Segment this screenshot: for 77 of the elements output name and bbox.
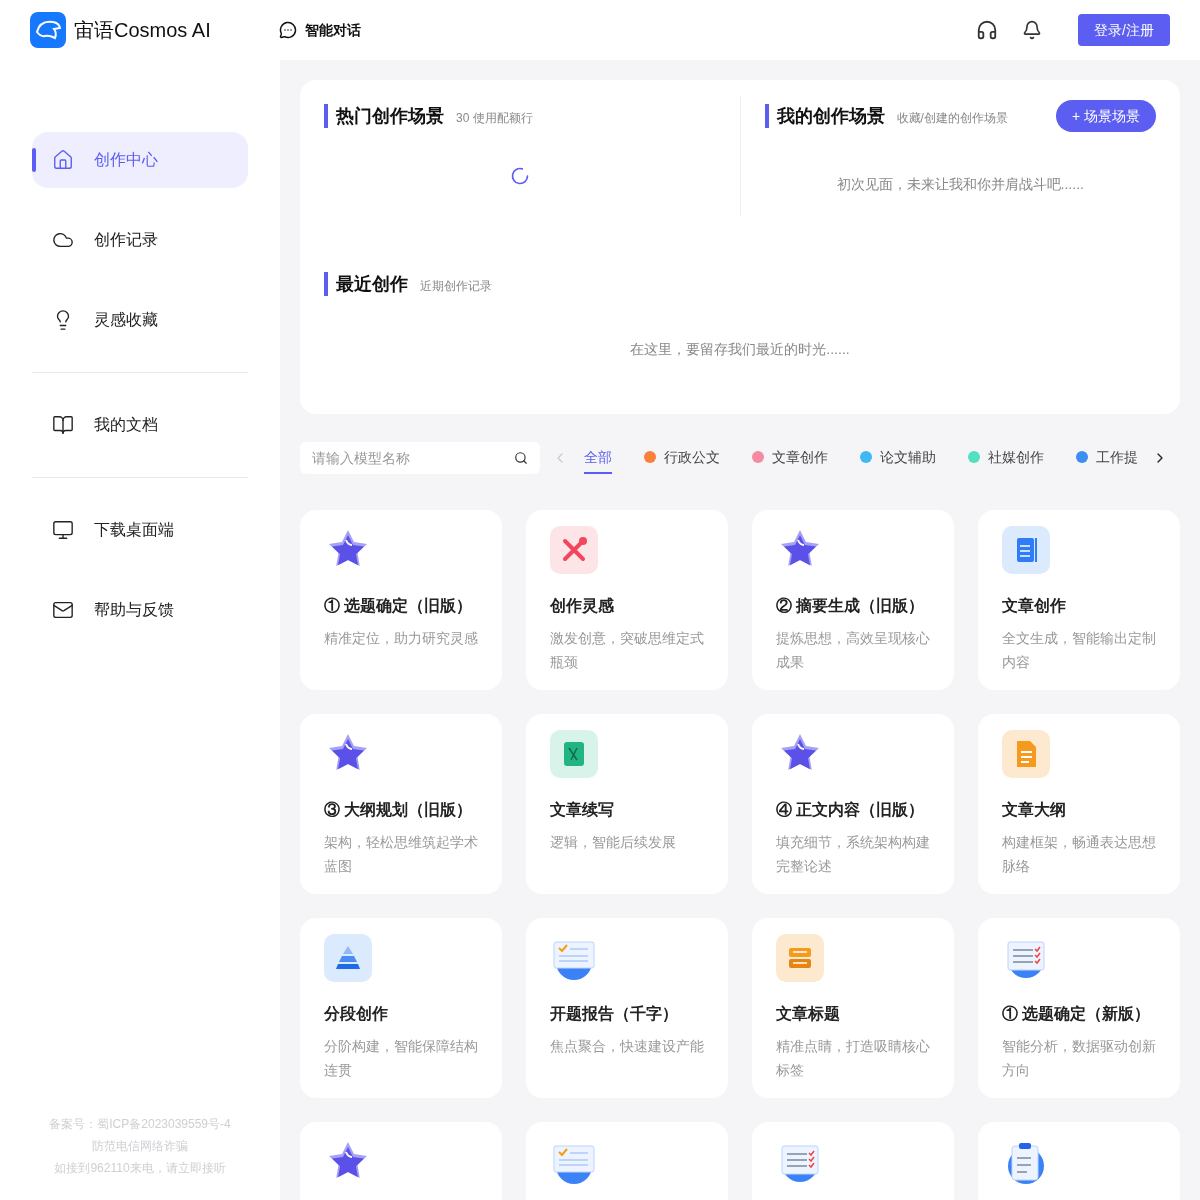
card-description: 架构，轻松思维筑起学术蓝图: [324, 833, 478, 876]
card-title: ① 选题确定（旧版）: [324, 596, 474, 616]
card-title: ① 选题确定（新版）: [1002, 1004, 1152, 1024]
book-icon: [52, 414, 74, 436]
section-title: 最近创作: [324, 272, 408, 296]
card-title: ③ 大纲规划（旧版）: [324, 800, 474, 820]
section-subtitle: 近期创作记录: [420, 278, 492, 295]
card-title: 分段创作: [324, 1004, 389, 1024]
home-icon: [52, 149, 74, 171]
scene-card[interactable]: 开题报告（千字） 焦点聚合，快速建设产能: [526, 918, 728, 1098]
sidebar-item[interactable]: 灵感收藏: [32, 292, 248, 348]
card-title: 文章标题: [776, 1004, 841, 1024]
scene-card[interactable]: ① 选题确定（旧版） 精准定位，助力研究灵感: [300, 510, 502, 690]
section-subtitle: 30 使用配额行: [456, 110, 533, 127]
card-description: 填充细节，系统架构构建完整论述: [776, 833, 930, 876]
sidebar-item[interactable]: 下载桌面端: [32, 502, 248, 558]
notebook-icon: [550, 730, 598, 778]
category-tab[interactable]: 社媒创作: [968, 442, 1044, 474]
notification-icon[interactable]: [1022, 20, 1043, 40]
sidebar-item[interactable]: 我的文档: [32, 397, 248, 453]
scene-card[interactable]: ③ 大纲规划（旧版） 架构，轻松思维筑起学术蓝图: [300, 714, 502, 894]
scene-card[interactable]: 分段创作 分阶构建，智能保障结构连贯: [300, 918, 502, 1098]
category-tab[interactable]: 行政公文: [644, 442, 720, 474]
card-title: 开题报告（千字）: [550, 1004, 679, 1024]
scene-card[interactable]: ① 选题确定（新版） 智能分析，数据驱动创新方向: [978, 918, 1180, 1098]
scene-card[interactable]: 文章大纲 构建框架，畅通表达思想脉络: [978, 714, 1180, 894]
brand-name: 宙语Cosmos AI: [74, 18, 211, 43]
card-description: 逻辑，智能后续发展: [550, 833, 677, 852]
scene-card[interactable]: 文章创作 全文生成，智能输出定制内容: [978, 510, 1180, 690]
sidebar-item[interactable]: 创作中心: [32, 132, 248, 188]
card-description: 激发创意，突破思维定式瓶颈: [550, 629, 704, 672]
books-icon: [776, 934, 824, 982]
scene-card[interactable]: 创作灵感 激发创意，突破思维定式瓶颈: [526, 510, 728, 690]
section-title: 我的创作场景: [764, 104, 885, 128]
sidebar-item[interactable]: 帮助与反馈: [32, 582, 248, 638]
card-title: 创作灵感: [550, 596, 615, 616]
sidebar-item[interactable]: 创作记录: [32, 212, 248, 268]
card-title: 文章续写: [550, 800, 615, 820]
category-tab[interactable]: 工作提: [1076, 442, 1138, 474]
mail-icon: [52, 599, 74, 621]
card-description: 精准点睛，打造吸睛核心标签: [776, 1037, 930, 1080]
card-description: 精准定位，助力研究灵感: [324, 629, 478, 648]
card-description: 提炼思想，高效呈现核心成果: [776, 629, 930, 672]
card-title: ④ 正文内容（旧版）: [776, 800, 926, 820]
nav-link[interactable]: 智能对话: [278, 20, 361, 40]
chat-bubble-icon: [278, 21, 297, 39]
scene-card[interactable]: ④ 正文内容（旧版） 填充细节，系统架构构建完整论述: [752, 714, 954, 894]
login-button[interactable]: 登录/注册: [1078, 14, 1170, 46]
card-description: 智能分析，数据驱动创新方向: [1002, 1037, 1156, 1080]
monitor-icon: [52, 519, 74, 541]
category-tab[interactable]: 文章创作: [752, 442, 828, 474]
pyramid-icon: [324, 934, 372, 982]
scene-card[interactable]: 文章标题 精准点睛，打造吸睛核心标签: [752, 918, 954, 1098]
book-icon: [1002, 526, 1050, 574]
card-description: 全文生成，智能输出定制内容: [1002, 629, 1156, 672]
add-scene-button[interactable]: + 场景场景: [1055, 100, 1156, 132]
card-description: 分阶构建，智能保障结构连贯: [324, 1037, 478, 1080]
section-title: 热门创作场景: [324, 104, 444, 128]
card-title: ② 摘要生成（旧版）: [776, 596, 926, 616]
document-icon: [1002, 730, 1050, 778]
empty-message: 初次见面，未来让我和你并肩战斗吧......: [836, 175, 1084, 194]
category-tab[interactable]: 论文辅助: [860, 442, 936, 474]
card-title: 文章大纲: [1002, 800, 1067, 820]
tools-icon: [550, 526, 598, 574]
loading-spinner-icon: [509, 166, 530, 186]
scene-card[interactable]: 文章续写 逻辑，智能后续发展: [526, 714, 728, 894]
card-title: 文章创作: [1002, 596, 1067, 616]
section-subtitle: 收藏/创建的创作场景: [896, 110, 1008, 127]
category-tab[interactable]: 全部: [584, 442, 612, 474]
search-field[interactable]: 请输入模型名称: [300, 442, 540, 474]
headphones-icon[interactable]: [976, 19, 999, 41]
logo-icon: [30, 12, 66, 48]
card-description: 构建框架，畅通表达思想脉络: [1002, 833, 1156, 876]
empty-message: 在这里，要留存我们最近的时光......: [630, 340, 850, 359]
card-description: 焦点聚合，快速建设产能: [550, 1037, 704, 1056]
search-icon[interactable]: [514, 451, 528, 465]
scene-card[interactable]: ② 摘要生成（旧版） 提炼思想，高效呈现核心成果: [752, 510, 954, 690]
